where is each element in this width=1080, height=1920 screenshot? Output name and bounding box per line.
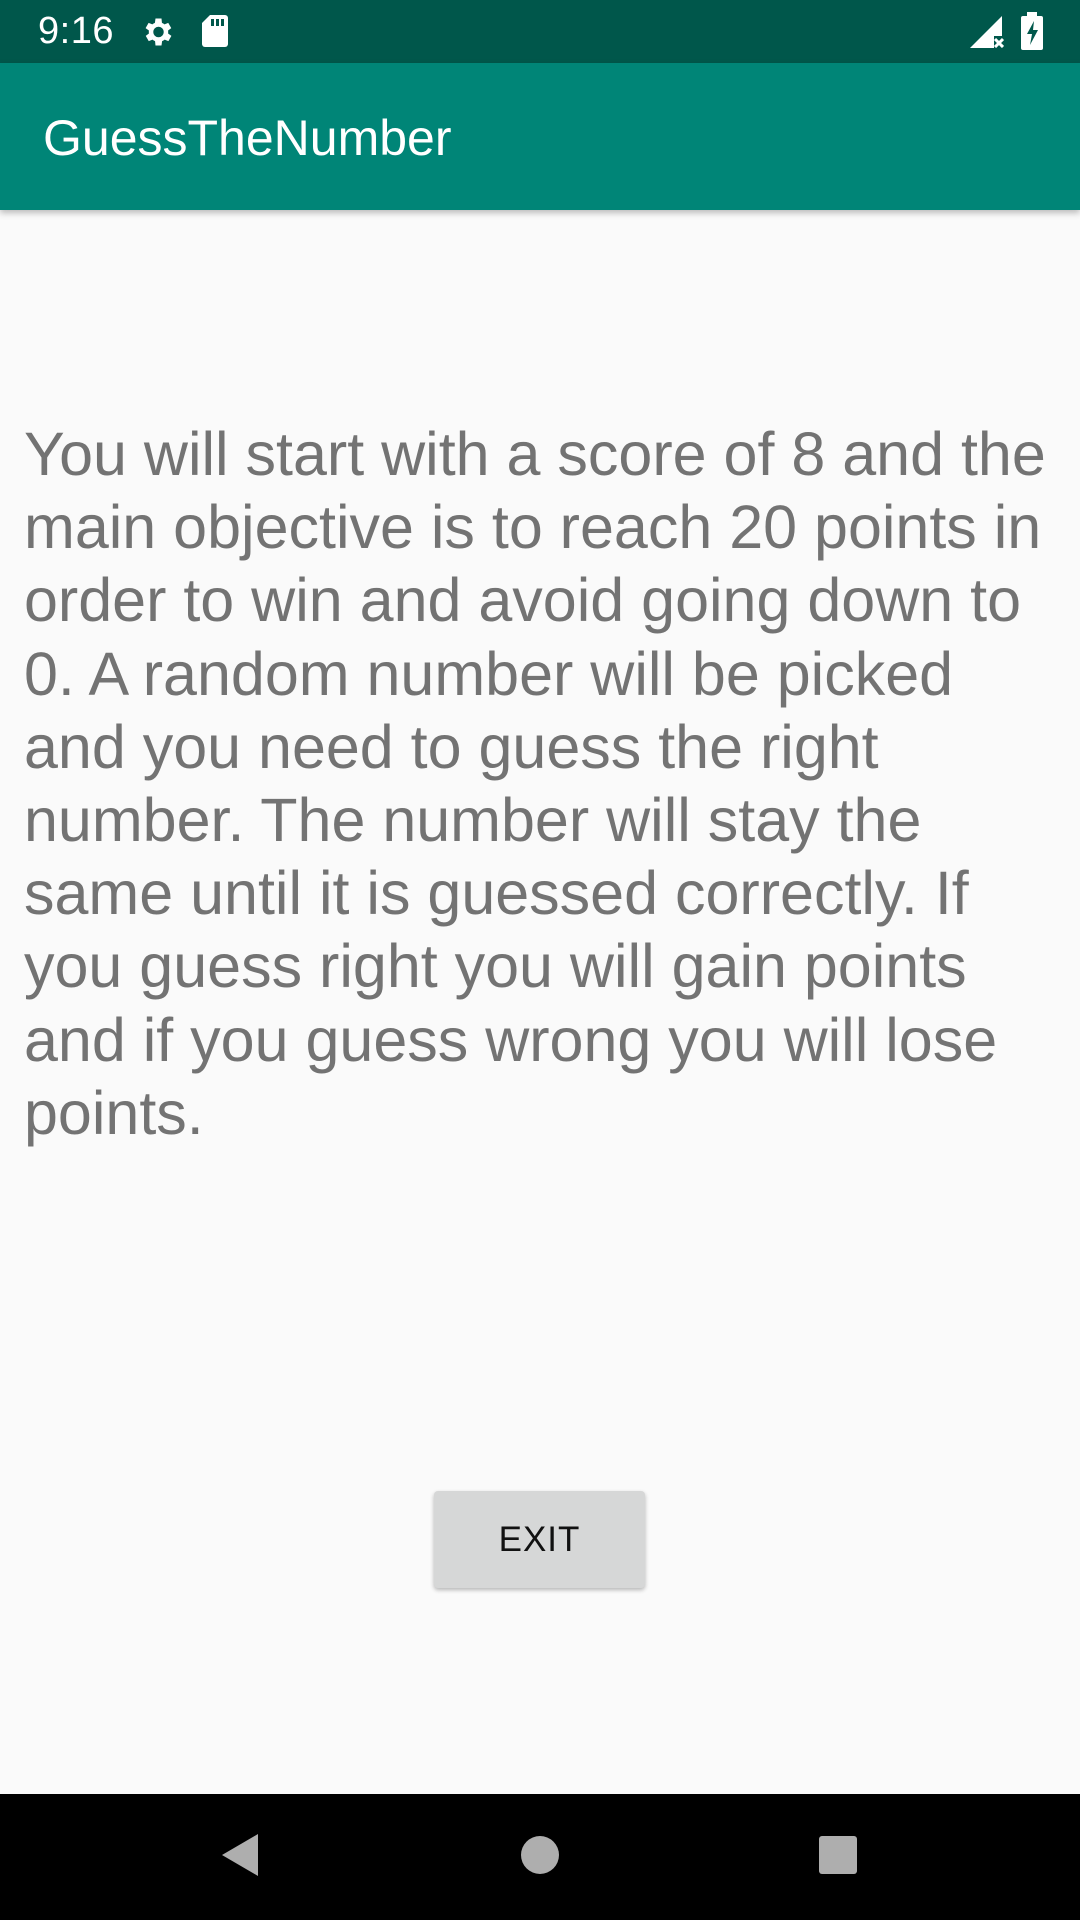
app-bar: GuessTheNumber xyxy=(0,63,1080,210)
app-title: GuessTheNumber xyxy=(43,110,452,166)
navigation-bar xyxy=(0,1794,1080,1920)
exit-button[interactable]: EXIT xyxy=(434,1491,645,1588)
recents-button[interactable] xyxy=(768,1794,908,1920)
back-icon xyxy=(220,1832,260,1883)
sd-card-icon xyxy=(202,15,228,52)
recents-icon xyxy=(818,1835,858,1880)
instructions-text: You will start with a score of 8 and the… xyxy=(24,420,1046,1147)
status-bar: 9:16 xyxy=(0,0,1080,63)
home-button[interactable] xyxy=(470,1794,610,1920)
signal-no-data-icon xyxy=(970,16,1005,53)
gear-icon xyxy=(139,14,175,55)
back-button[interactable] xyxy=(170,1794,310,1920)
home-icon xyxy=(520,1835,560,1880)
battery-charging-icon xyxy=(1021,12,1043,55)
status-time: 9:16 xyxy=(38,10,114,52)
